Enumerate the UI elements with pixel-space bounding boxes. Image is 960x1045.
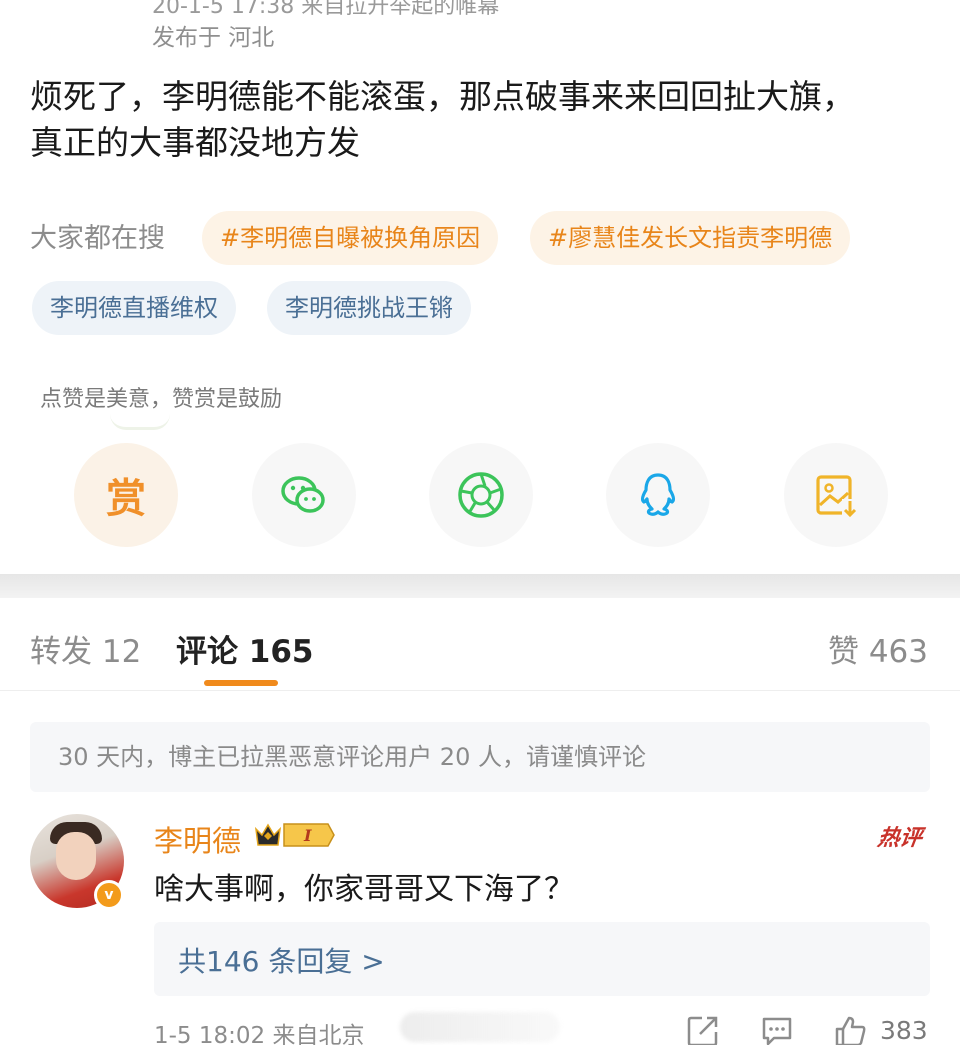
tab-comments[interactable]: 评论 165 — [176, 626, 314, 671]
share-qq-button[interactable] — [606, 443, 710, 547]
hot-comment-badge: 热评 — [875, 826, 924, 851]
post-text: 烦死了，李明德能不能滚蛋，那点破事来来回回扯大旗， 真正的大事都没地方发 — [30, 74, 930, 166]
save-image-button[interactable] — [784, 443, 888, 547]
reward-tip: 点赞是美意，赞赏是鼓励 — [40, 387, 283, 412]
hot-search-tag[interactable]: #李明德自曝被换角原因 — [202, 211, 499, 265]
tab-likes[interactable]: 赞 463 — [828, 626, 928, 671]
share-wechat-button[interactable] — [252, 443, 356, 547]
qq-icon — [640, 473, 676, 516]
tab-divider — [0, 690, 960, 691]
share-comment-icon[interactable] — [686, 1014, 720, 1045]
badge-level: I — [303, 826, 312, 845]
redacted-blur — [400, 1012, 560, 1042]
avatar-face — [56, 832, 96, 880]
reward-button[interactable]: 赏 — [74, 443, 178, 547]
hot-search-tag[interactable]: 李明德直播维权 — [32, 281, 236, 335]
post-meta: 20-1-5 17:38 来自拉开举起的帷幕 — [152, 0, 500, 19]
post-text-line: 烦死了，李明德能不能滚蛋，那点破事来来回回扯大旗， — [30, 77, 855, 116]
share-moments-button[interactable] — [429, 443, 533, 547]
comment-like-count: 383 — [880, 1016, 928, 1045]
save-image-icon — [816, 475, 858, 518]
comment-author[interactable]: 李明德 — [154, 818, 241, 860]
hot-search-tag[interactable]: 李明德挑战王锵 — [267, 281, 471, 335]
like-thumb-icon[interactable] — [834, 1014, 868, 1045]
post-location: 发布于 河北 — [152, 25, 275, 51]
comment-timestamp-location: 1-5 18:02 来自北京 — [154, 1023, 365, 1045]
reward-icon: 赏 — [106, 476, 146, 522]
section-divider — [0, 574, 960, 598]
tab-repost[interactable]: 转发 12 — [30, 626, 141, 671]
post-header: v 20-1-5 17:38 来自拉开举起的帷幕 发布于 河北 — [0, 0, 960, 60]
replies-box[interactable]: 共146 条回复 > — [154, 922, 930, 996]
active-tab-indicator — [204, 680, 278, 686]
member-crown-badge-icon: I — [254, 823, 335, 847]
hot-search-tag[interactable]: #廖慧佳发长文指责李明德 — [530, 211, 851, 265]
verified-v-icon: v — [94, 880, 124, 910]
tip-caret — [110, 414, 170, 430]
view-replies-link[interactable]: 共146 条回复 > — [178, 940, 385, 980]
post-text-line: 真正的大事都没地方发 — [30, 123, 360, 162]
hot-search-label: 大家都在搜 — [30, 223, 165, 254]
moments-icon — [458, 472, 504, 518]
author-avatar[interactable]: v — [30, 0, 126, 10]
comment-text: 啥大事啊，你家哥哥又下海了？ — [154, 872, 574, 907]
reply-comment-icon[interactable] — [760, 1014, 794, 1045]
wechat-icon — [281, 476, 325, 513]
comment-notice: 30 天内，博主已拉黑恶意评论用户 20 人，请谨慎评论 — [30, 722, 930, 792]
